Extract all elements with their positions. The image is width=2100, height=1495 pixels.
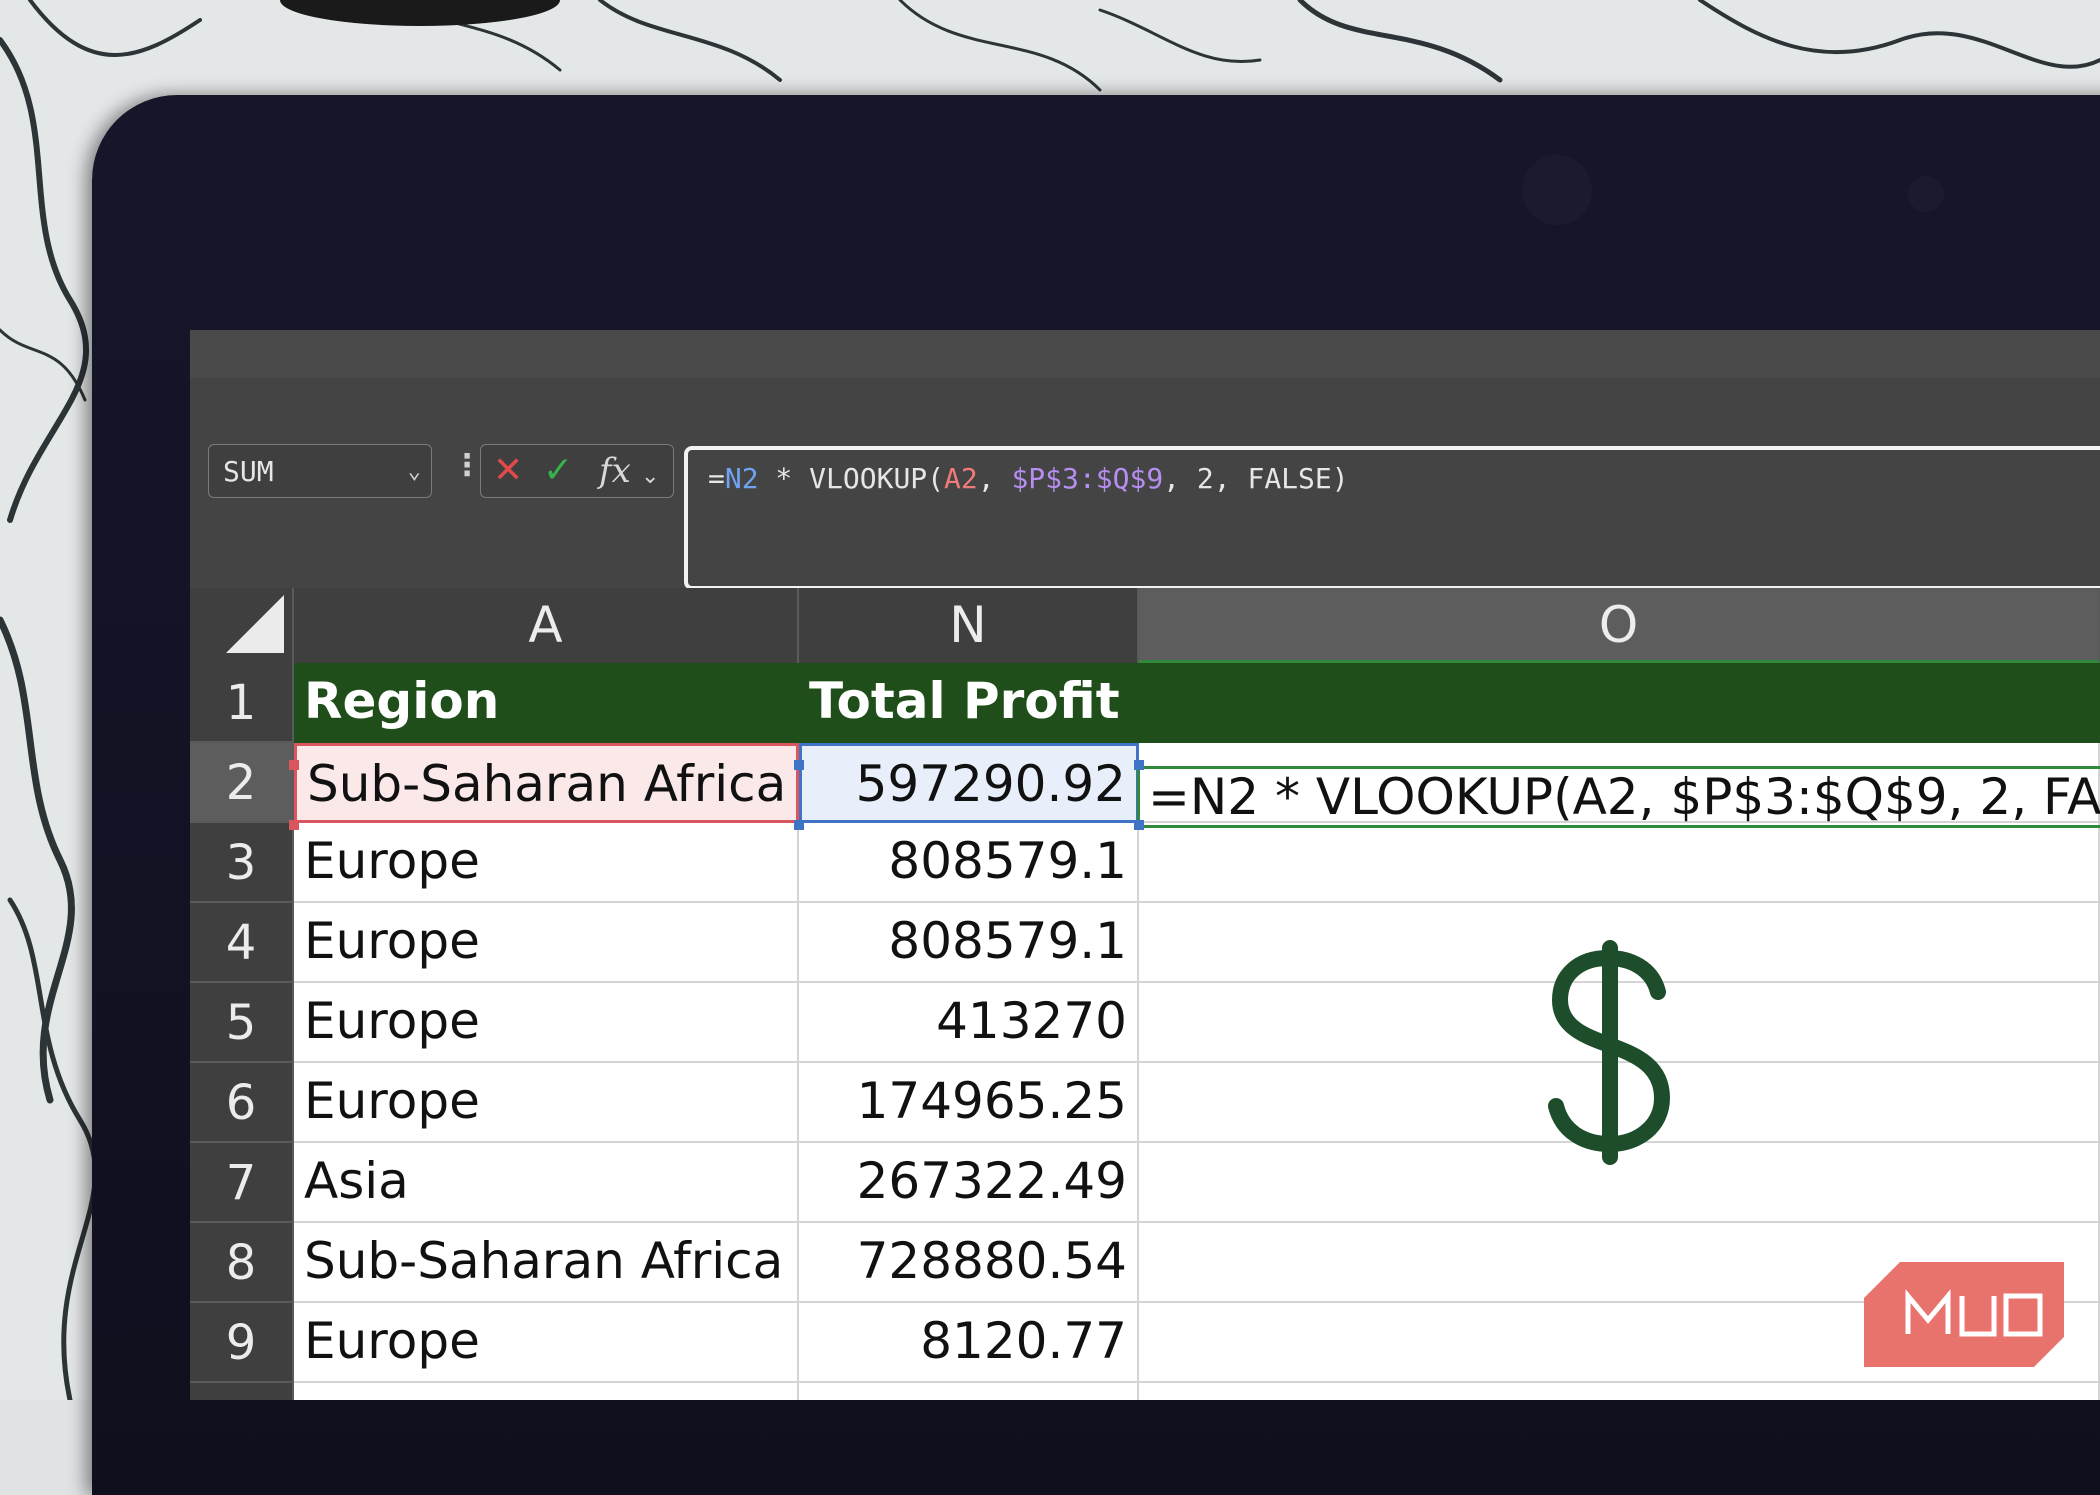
formula-buttons: ✕ ✓ fx ⌄ [480,444,674,498]
webcam [1522,155,1592,225]
column-o-cell[interactable] [1139,663,2100,743]
ref-handle[interactable] [289,760,299,770]
region-cell[interactable]: Europe [294,823,799,903]
profit-cell[interactable]: 728880.54 [799,1223,1139,1303]
ref-handle[interactable] [1134,760,1144,770]
profit-cell[interactable]: 267322.49 [799,1143,1139,1223]
row-header[interactable]: 7 [190,1143,294,1223]
header-cell-total-profit[interactable]: Total Profit [799,663,1139,743]
profit-cell[interactable]: 700869.97 [799,1383,1139,1400]
name-box[interactable]: SUM ⌄ [208,444,432,498]
more-options-icon[interactable]: ⋮ [452,448,482,483]
column-header-o[interactable]: O [1139,588,2100,663]
profit-cell[interactable]: 413270 [799,983,1139,1063]
region-cell[interactable]: Europe [294,1063,799,1143]
region-cell[interactable]: Europe [294,1303,799,1383]
row-header[interactable]: 8 [190,1223,294,1303]
formula-part: , [977,462,1012,495]
formula-input[interactable]: =N2 * VLOOKUP(A2, $P$3:$Q$9, 2, FALSE) [684,446,2100,590]
ribbon-strip [190,330,2100,378]
profit-cell[interactable]: 808579.1 [799,903,1139,983]
region-cell[interactable]: Europe [294,983,799,1063]
row-header[interactable]: 1 [190,663,294,743]
row-header[interactable]: 4 [190,903,294,983]
chevron-down-icon[interactable]: ⌄ [408,445,421,499]
region-cell[interactable]: Sub-Saharan Africa [294,1223,799,1303]
profit-cell[interactable]: 808579.1 [799,823,1139,903]
row-header[interactable]: 3 [190,823,294,903]
header-cell-region[interactable]: Region [294,663,799,743]
formula-part: , 2, FALSE) [1163,462,1349,495]
column-o-cell[interactable] [1139,1383,2100,1400]
muo-logo [1864,1262,2064,1367]
check-icon[interactable]: ✓ [543,451,573,491]
dollar-icon [1548,940,1671,1165]
name-box-value: SUM [223,455,274,488]
row-header[interactable]: 9 [190,1303,294,1383]
formula-ref-a2: A2 [944,462,978,495]
row-header[interactable]: 2 [190,743,294,823]
ref-handle[interactable] [794,760,804,770]
row-header[interactable]: 10 [190,1383,294,1400]
insert-function-icon[interactable]: fx [599,451,631,491]
chevron-down-icon[interactable]: ⌄ [641,457,659,497]
row-header[interactable]: 5 [190,983,294,1063]
ref-handle[interactable] [289,820,299,830]
region-cell[interactable]: Sub-Saharan Africa [294,1383,799,1400]
camera-sensor [1908,176,1944,212]
region-cell[interactable]: Europe [294,903,799,983]
profit-cell[interactable]: 597290.92 [799,743,1139,823]
ref-handle[interactable] [794,820,804,830]
column-header-a[interactable]: A [294,588,799,663]
profit-cell[interactable]: 174965.25 [799,1063,1139,1143]
excel-window: SUM ⌄ ⋮ ✕ ✓ fx ⌄ =N2 * VLOOKUP(A2, $P$3:… [190,330,2100,1400]
formula-ref-n2: N2 [724,462,759,495]
active-cell-o2[interactable]: =N2 * VLOOKUP(A2, $P$3:$Q$9, 2, FALSE) [1137,766,2100,828]
column-header-n[interactable]: N [799,588,1139,663]
column-o-cell[interactable] [1139,823,2100,903]
cancel-icon[interactable]: ✕ [493,451,523,491]
formula-part: = [708,462,725,495]
region-cell[interactable]: Asia [294,1143,799,1223]
formula-ref-range: $P$3:$Q$9 [1011,462,1164,495]
row-header[interactable]: 6 [190,1063,294,1143]
formula-part: * VLOOKUP( [758,462,945,495]
profit-cell[interactable]: 8120.77 [799,1303,1139,1383]
region-cell[interactable]: Sub-Saharan Africa [294,743,799,823]
select-all-button[interactable] [190,588,294,663]
ref-handle[interactable] [1134,820,1144,830]
formula-toolbar: SUM ⌄ ⋮ ✕ ✓ fx ⌄ =N2 * VLOOKUP(A2, $P$3:… [190,378,2100,590]
